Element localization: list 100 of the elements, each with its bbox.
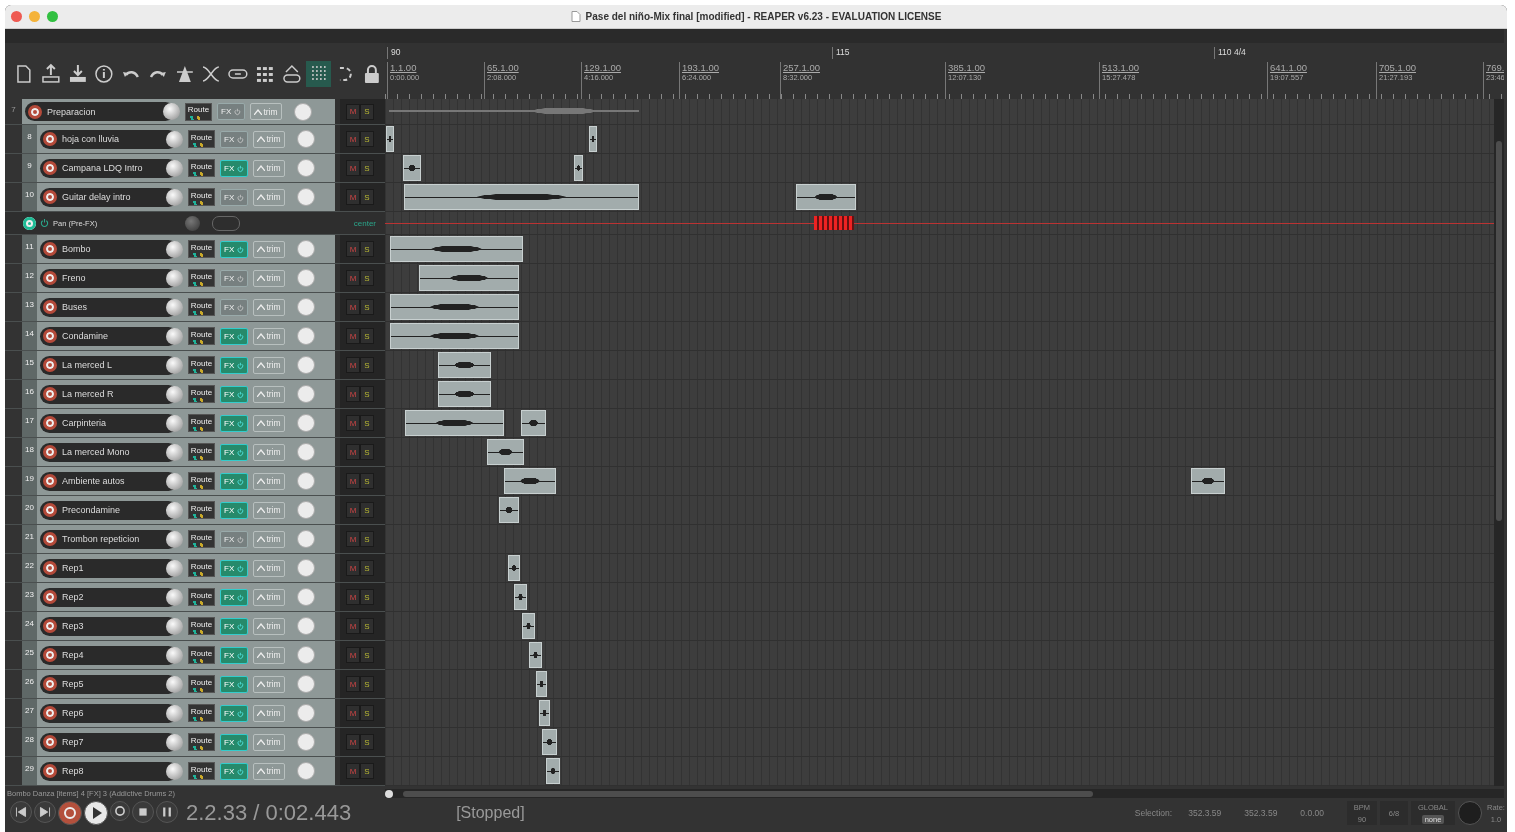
- audio-clip[interactable]: [438, 381, 491, 407]
- route-button[interactable]: Route: [188, 443, 215, 461]
- vertical-scrollbar[interactable]: [1496, 141, 1502, 521]
- route-button[interactable]: Route: [188, 356, 215, 374]
- audio-clip[interactable]: [438, 352, 491, 378]
- play-button[interactable]: [84, 801, 108, 825]
- solo-button[interactable]: S: [360, 531, 374, 547]
- audio-clip[interactable]: [504, 468, 556, 494]
- record-arm-button[interactable]: [43, 161, 57, 175]
- record-arm-button[interactable]: [43, 387, 57, 401]
- selection-end[interactable]: 352.3.59: [1244, 808, 1278, 818]
- audio-clip[interactable]: [508, 555, 520, 581]
- audio-clip[interactable]: [386, 126, 394, 152]
- trim-button[interactable]: trim: [253, 733, 285, 751]
- envelope-settings-button[interactable]: [211, 215, 240, 231]
- trim-button[interactable]: trim: [253, 762, 285, 780]
- solo-button[interactable]: S: [360, 131, 374, 147]
- volume-knob[interactable]: [163, 103, 180, 120]
- route-button[interactable]: Route: [188, 617, 215, 635]
- mute-button[interactable]: M: [346, 270, 360, 286]
- route-button[interactable]: Route: [188, 269, 215, 287]
- solo-button[interactable]: S: [360, 734, 374, 750]
- route-button[interactable]: Route: [188, 159, 215, 177]
- record-arm-button[interactable]: [43, 532, 57, 546]
- record-arm-button[interactable]: [43, 190, 57, 204]
- route-button[interactable]: Route: [188, 327, 215, 345]
- skip-back-button[interactable]: [10, 801, 32, 823]
- envelope-points[interactable]: [814, 216, 854, 230]
- trim-button[interactable]: trim: [253, 530, 285, 548]
- solo-button[interactable]: S: [360, 357, 374, 373]
- audio-clip[interactable]: [536, 671, 547, 697]
- route-button[interactable]: Route: [188, 559, 215, 577]
- mute-button[interactable]: M: [346, 734, 360, 750]
- fx-button[interactable]: FX: [220, 414, 248, 432]
- audio-clip[interactable]: [574, 155, 583, 181]
- mute-button[interactable]: M: [346, 357, 360, 373]
- audio-clip[interactable]: [390, 236, 523, 262]
- mute-button[interactable]: M: [346, 328, 360, 344]
- mute-button[interactable]: M: [346, 589, 360, 605]
- record-arm-button[interactable]: [43, 132, 57, 146]
- horizontal-scrollbar[interactable]: [403, 790, 1093, 797]
- solo-button[interactable]: S: [360, 415, 374, 431]
- mute-button[interactable]: M: [346, 103, 360, 120]
- mute-button[interactable]: M: [346, 763, 360, 779]
- route-button[interactable]: Route: [188, 675, 215, 693]
- mute-button[interactable]: M: [346, 415, 360, 431]
- fx-button[interactable]: FX: [220, 240, 248, 258]
- trim-button[interactable]: trim: [253, 472, 285, 490]
- solo-button[interactable]: S: [360, 502, 374, 518]
- fx-button[interactable]: FX: [217, 103, 245, 120]
- route-button[interactable]: Route: [188, 530, 215, 548]
- fx-button[interactable]: FX: [220, 269, 248, 287]
- trim-button[interactable]: trim: [253, 559, 285, 577]
- trim-button[interactable]: trim: [253, 704, 285, 722]
- audio-clip[interactable]: [419, 265, 519, 291]
- audio-clip[interactable]: [1191, 468, 1225, 494]
- audio-clip[interactable]: [522, 613, 535, 639]
- trim-button[interactable]: trim: [253, 588, 285, 606]
- fx-button[interactable]: FX: [220, 472, 248, 490]
- solo-button[interactable]: S: [360, 473, 374, 489]
- solo-button[interactable]: S: [360, 189, 374, 205]
- solo-button[interactable]: S: [360, 647, 374, 663]
- solo-button[interactable]: S: [360, 270, 374, 286]
- record-arm-button[interactable]: [43, 242, 57, 256]
- audio-clip[interactable]: [521, 410, 546, 436]
- record-arm-button[interactable]: [43, 706, 57, 720]
- solo-button[interactable]: S: [360, 589, 374, 605]
- snap-grid-icon[interactable]: [305, 60, 332, 87]
- audio-clip[interactable]: [546, 758, 560, 784]
- solo-button[interactable]: S: [360, 444, 374, 460]
- trim-button[interactable]: trim: [253, 646, 285, 664]
- audio-clip[interactable]: [796, 184, 856, 210]
- audio-clip[interactable]: [404, 184, 639, 210]
- fx-button[interactable]: FX: [220, 327, 248, 345]
- mute-button[interactable]: M: [346, 473, 360, 489]
- mute-button[interactable]: M: [346, 444, 360, 460]
- solo-button[interactable]: S: [360, 705, 374, 721]
- fx-button[interactable]: FX: [220, 588, 248, 606]
- envelope-arm-button[interactable]: [23, 216, 36, 230]
- trim-button[interactable]: trim: [253, 501, 285, 519]
- fx-button[interactable]: FX: [220, 704, 248, 722]
- trim-button[interactable]: trim: [253, 385, 285, 403]
- envelope-knob[interactable]: [184, 215, 200, 231]
- record-arm-button[interactable]: [43, 619, 57, 633]
- fx-button[interactable]: FX: [220, 733, 248, 751]
- selection-length[interactable]: 0.0.00: [1300, 808, 1324, 818]
- trim-button[interactable]: trim: [253, 130, 285, 148]
- scroll-left-button[interactable]: [385, 789, 393, 798]
- solo-button[interactable]: S: [360, 560, 374, 576]
- record-arm-button[interactable]: [43, 648, 57, 662]
- record-arm-button[interactable]: [28, 104, 42, 119]
- fx-button[interactable]: FX: [220, 188, 248, 206]
- mute-button[interactable]: M: [346, 647, 360, 663]
- record-arm-button[interactable]: [43, 677, 57, 691]
- record-arm-button[interactable]: [43, 445, 57, 459]
- route-button[interactable]: Route: [188, 385, 215, 403]
- mute-button[interactable]: M: [346, 189, 360, 205]
- fx-button[interactable]: FX: [220, 501, 248, 519]
- solo-button[interactable]: S: [360, 328, 374, 344]
- audio-clip[interactable]: [539, 700, 550, 726]
